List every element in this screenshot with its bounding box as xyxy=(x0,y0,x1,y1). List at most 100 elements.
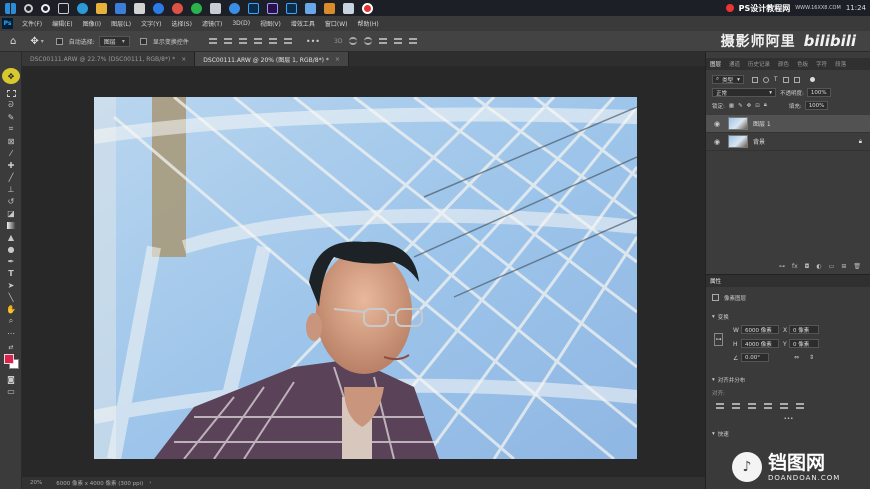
menu-3d[interactable]: 3D(D) xyxy=(227,20,255,27)
path-select-tool-icon[interactable]: ➤ xyxy=(5,280,17,290)
pen-tool-icon[interactable]: ✒ xyxy=(5,256,17,266)
link-dimensions-icon[interactable]: ⊶ xyxy=(714,333,723,346)
more-align-button[interactable]: ••• xyxy=(784,416,794,422)
align-vertical-center-icon[interactable] xyxy=(780,402,788,409)
menu-edit[interactable]: 编辑(E) xyxy=(47,19,77,28)
x-input[interactable]: 0 像素 xyxy=(789,325,819,334)
menu-file[interactable]: 文件(F) xyxy=(17,19,47,28)
tab-color[interactable]: 颜色 xyxy=(774,60,793,68)
align-left-icon[interactable] xyxy=(716,402,724,409)
gradient-tool-icon[interactable] xyxy=(5,220,17,230)
shape-tool-icon[interactable]: ╲ xyxy=(5,292,17,302)
filter-shape-icon[interactable] xyxy=(782,76,789,83)
fx-icon[interactable]: fx xyxy=(792,263,798,270)
adjustment-icon[interactable]: ◐ xyxy=(816,263,821,270)
properties-title[interactable]: 属性 xyxy=(706,277,725,285)
swap-colors-icon[interactable]: ⇄ xyxy=(5,342,17,352)
filter-smart-icon[interactable] xyxy=(793,76,800,83)
eyedropper-tool-icon[interactable]: ⁄ xyxy=(5,148,17,158)
tab-document-1[interactable]: DSC00111.ARW @ 22.7% (DSC00111, RGB/8*) … xyxy=(22,52,196,66)
fill-input[interactable]: 100% xyxy=(804,101,829,110)
close-icon[interactable]: × xyxy=(335,56,340,63)
layer-kind-filter[interactable]: ⌕ 类型 ▾ xyxy=(712,75,744,84)
3d-pan-icon[interactable] xyxy=(379,38,388,44)
3d-scale-icon[interactable] xyxy=(409,38,418,44)
blend-mode-dropdown[interactable]: 正常 ▾ xyxy=(712,88,776,97)
auto-select-dropdown[interactable]: 图层 ▾ xyxy=(98,35,130,47)
filter-pixel-icon[interactable] xyxy=(751,76,758,83)
document-canvas-photo[interactable] xyxy=(94,97,637,459)
home-icon[interactable]: ⌂ xyxy=(10,36,16,47)
group-icon[interactable]: ▭ xyxy=(829,263,835,270)
tab-swatches[interactable]: 色板 xyxy=(793,60,812,68)
screen-mode-icon[interactable]: ▭ xyxy=(5,386,17,396)
chevron-right-icon[interactable]: › xyxy=(149,480,151,486)
link-icon[interactable]: ⊶ xyxy=(779,263,785,270)
move-tool-icon[interactable]: ✥ xyxy=(2,68,20,84)
height-input[interactable]: 4000 像素 xyxy=(741,339,779,348)
clock-time[interactable]: 11:24 xyxy=(846,4,866,12)
visibility-eye-icon[interactable]: ◉ xyxy=(714,120,722,128)
eraser-tool-icon[interactable]: ◪ xyxy=(5,208,17,218)
3d-slide-icon[interactable] xyxy=(394,38,403,44)
quick-mask-icon[interactable]: ◙ xyxy=(5,374,17,384)
flip-horizontal-icon[interactable]: ⇔ xyxy=(794,354,799,361)
premiere-taskbar-icon[interactable] xyxy=(267,2,278,14)
app-icon-2[interactable] xyxy=(153,2,164,14)
app-icon-8[interactable] xyxy=(343,2,354,14)
tray-icon[interactable] xyxy=(725,4,734,12)
flip-vertical-icon[interactable]: ⇕ xyxy=(809,354,814,361)
show-transform-checkbox[interactable] xyxy=(139,37,147,45)
menu-plugins[interactable]: 增效工具 xyxy=(286,19,320,28)
close-icon[interactable]: × xyxy=(181,56,186,63)
more-options-button[interactable]: ••• xyxy=(306,37,320,46)
dodge-tool-icon[interactable]: ● xyxy=(5,244,17,254)
align-right-icon[interactable] xyxy=(748,402,756,409)
menu-filter[interactable]: 滤镜(T) xyxy=(197,19,227,28)
move-tool-preset-icon[interactable]: ✥ xyxy=(30,36,38,47)
tab-paragraph[interactable]: 段落 xyxy=(831,60,850,68)
menu-help[interactable]: 帮助(H) xyxy=(353,19,384,28)
cortana-icon[interactable] xyxy=(41,3,50,13)
hand-tool-icon[interactable]: ✋ xyxy=(5,304,17,314)
lock-pixels-icon[interactable]: ✎ xyxy=(738,103,743,109)
brush-tool-icon[interactable]: ╱ xyxy=(5,172,17,182)
angle-input[interactable]: 0.00° xyxy=(741,353,769,362)
visibility-eye-icon[interactable]: ◉ xyxy=(714,138,722,146)
3d-orbit-icon[interactable] xyxy=(349,37,358,45)
y-input[interactable]: 0 像素 xyxy=(789,339,819,348)
align-left-icon[interactable] xyxy=(208,38,217,44)
lock-all-icon[interactable]: 🔒︎ xyxy=(764,102,767,109)
align-horizontal-center-icon[interactable] xyxy=(223,38,232,44)
edge-icon[interactable] xyxy=(77,2,88,14)
search-icon[interactable] xyxy=(24,3,33,13)
align-section-header[interactable]: ▾ 对齐并分布 xyxy=(706,373,870,386)
frame-tool-icon[interactable]: ⊠ xyxy=(5,136,17,146)
explorer-icon[interactable] xyxy=(96,2,107,14)
zoom-level[interactable]: 20% xyxy=(30,480,42,486)
marquee-tool-icon[interactable] xyxy=(5,88,17,98)
app-icon-5[interactable] xyxy=(229,2,240,14)
filter-type-icon[interactable]: T xyxy=(774,76,778,83)
record-icon[interactable] xyxy=(362,2,373,14)
transform-section-header[interactable]: ▾ 变换 xyxy=(706,310,870,323)
wechat-icon[interactable] xyxy=(191,2,202,14)
align-bottom-icon[interactable] xyxy=(796,402,804,409)
menu-image[interactable]: 图像(I) xyxy=(78,19,106,28)
tab-history[interactable]: 历史记录 xyxy=(744,60,774,68)
type-tool-icon[interactable]: T xyxy=(5,268,17,278)
windows-start-icon[interactable] xyxy=(5,2,16,14)
task-view-icon[interactable] xyxy=(58,2,69,14)
tab-document-2[interactable]: DSC00111.ARW @ 20% (图层 1, RGB/8*) * × xyxy=(195,52,349,66)
align-top-icon[interactable] xyxy=(253,38,262,44)
width-input[interactable]: 6000 像素 xyxy=(741,325,779,334)
auto-select-checkbox[interactable] xyxy=(55,37,63,45)
menu-window[interactable]: 窗口(W) xyxy=(320,19,353,28)
align-right-icon[interactable] xyxy=(238,38,247,44)
menu-select[interactable]: 选择(S) xyxy=(166,19,197,28)
filter-adjustment-icon[interactable] xyxy=(762,76,769,83)
app-icon-7[interactable] xyxy=(324,2,335,14)
history-brush-tool-icon[interactable]: ↺ xyxy=(5,196,17,206)
new-layer-icon[interactable]: ⊞ xyxy=(841,263,846,270)
store-icon[interactable] xyxy=(115,2,126,14)
